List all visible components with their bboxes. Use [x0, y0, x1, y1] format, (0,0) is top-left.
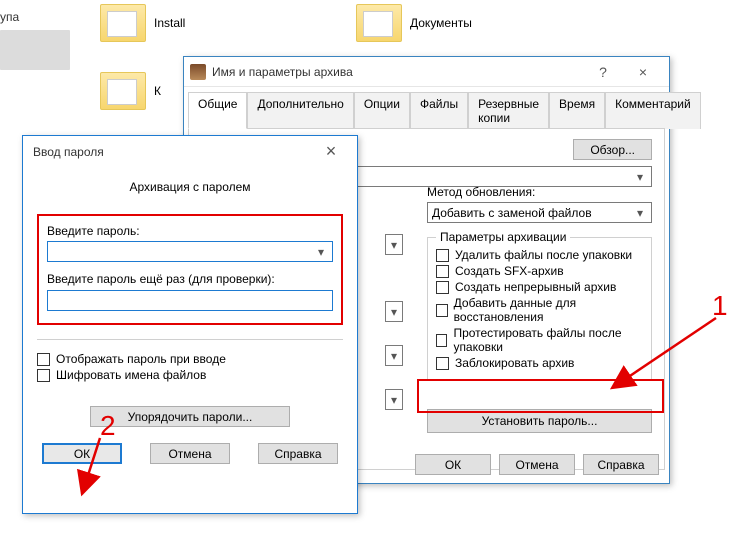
titlebar[interactable]: Имя и параметры архива ? × [184, 57, 669, 87]
cutoff-combo-fragment[interactable]: ▾ [385, 301, 403, 322]
tab-options[interactable]: Опции [354, 92, 410, 129]
update-method-combo[interactable]: Добавить с заменой файлов ▾ [427, 202, 652, 223]
confirm-password-input[interactable] [47, 290, 333, 311]
folder-icon [100, 72, 146, 110]
help-button[interactable]: Справка [258, 443, 338, 464]
browse-button[interactable]: Обзор... [573, 139, 652, 160]
ok-button[interactable]: ОК [415, 454, 491, 475]
folder-icon [356, 4, 402, 42]
chevron-down-icon: ▾ [390, 238, 398, 252]
checkbox-icon [436, 281, 449, 294]
archive-params-legend: Параметры архивации [436, 230, 570, 244]
tab-advanced[interactable]: Дополнительно [247, 92, 353, 129]
cutoff-combo-fragment[interactable]: ▾ [385, 389, 403, 410]
annotation-number-2: 2 [100, 410, 116, 442]
annotation-highlight-1 [417, 379, 664, 413]
tab-backup[interactable]: Резервные копии [468, 92, 549, 129]
checkbox-icon [436, 249, 449, 262]
organize-passwords-button[interactable]: Упорядочить пароли... [90, 406, 290, 427]
param-solid[interactable]: Создать непрерывный архив [436, 280, 643, 294]
chevron-down-icon: ▾ [633, 170, 647, 184]
help-button[interactable]: Справка [583, 454, 659, 475]
password-input[interactable]: ▾ [47, 241, 333, 262]
sidebar-fragment: упа [0, 10, 19, 24]
window-title: Имя и параметры архива [212, 64, 583, 79]
checkbox-icon [436, 357, 449, 370]
cutoff-combo-fragment[interactable]: ▾ [385, 345, 403, 366]
chevron-down-icon: ▾ [314, 245, 328, 259]
footer-buttons: ОК Отмена Справка [415, 454, 659, 475]
archive-params-group: Параметры архивации Удалить файлы после … [427, 237, 652, 381]
chevron-down-icon: ▾ [633, 206, 647, 220]
checkbox-icon [436, 265, 449, 278]
window-title: Ввод пароля [29, 144, 311, 159]
password-window: Ввод пароля × Архивация с паролем Введит… [22, 135, 358, 514]
param-test[interactable]: Протестировать файлы после упаковки [436, 326, 643, 354]
param-delete-after[interactable]: Удалить файлы после упаковки [436, 248, 643, 262]
folder-item[interactable]: Документы [356, 4, 472, 42]
show-password-checkbox[interactable]: Отображать пароль при вводе [37, 352, 343, 366]
tab-strip: Общие Дополнительно Опции Файлы Резервны… [184, 87, 669, 128]
update-method-value: Добавить с заменой файлов [432, 206, 592, 220]
folder-label: Install [154, 16, 185, 30]
annotation-number-1: 1 [712, 290, 728, 322]
help-button[interactable]: ? [583, 59, 623, 85]
checkbox-icon [436, 334, 447, 347]
chevron-down-icon: ▾ [390, 305, 398, 319]
folder-icon [100, 4, 146, 42]
tab-files[interactable]: Файлы [410, 92, 468, 129]
cutoff-combo-fragment[interactable]: ▾ [385, 234, 403, 255]
param-lock[interactable]: Заблокировать архив [436, 356, 643, 370]
close-button[interactable]: × [623, 59, 663, 85]
checkbox-icon [37, 353, 50, 366]
annotation-highlight-2: Введите пароль: ▾ Введите пароль ещё раз… [37, 214, 343, 325]
close-button[interactable]: × [311, 138, 351, 164]
encrypt-names-checkbox[interactable]: Шифровать имена файлов [37, 368, 343, 382]
checkbox-icon [37, 369, 50, 382]
folder-item[interactable]: К [100, 72, 161, 110]
winrar-icon [190, 64, 206, 80]
param-recovery[interactable]: Добавить данные для восстановления [436, 296, 643, 324]
param-sfx[interactable]: Создать SFX-архив [436, 264, 643, 278]
folder-label: Документы [410, 16, 472, 30]
tab-general[interactable]: Общие [188, 92, 247, 129]
update-method-label: Метод обновления: [427, 185, 652, 199]
password-body: Архивация с паролем Введите пароль: ▾ Вв… [23, 166, 357, 474]
ok-button[interactable]: ОК [42, 443, 122, 464]
tab-time[interactable]: Время [549, 92, 605, 129]
chevron-down-icon: ▾ [390, 393, 398, 407]
sidebar-slab [0, 30, 70, 70]
cancel-button[interactable]: Отмена [150, 443, 230, 464]
separator [37, 339, 343, 340]
chevron-down-icon: ▾ [390, 349, 398, 363]
folder-label: К [154, 84, 161, 98]
confirm-password-label: Введите пароль ещё раз (для проверки): [47, 272, 333, 286]
titlebar[interactable]: Ввод пароля × [23, 136, 357, 166]
tab-comment[interactable]: Комментарий [605, 92, 701, 129]
enter-password-label: Введите пароль: [47, 224, 333, 238]
password-heading: Архивация с паролем [37, 180, 343, 194]
cancel-button[interactable]: Отмена [499, 454, 575, 475]
checkbox-icon [436, 304, 448, 317]
folder-item[interactable]: Install [100, 4, 185, 42]
